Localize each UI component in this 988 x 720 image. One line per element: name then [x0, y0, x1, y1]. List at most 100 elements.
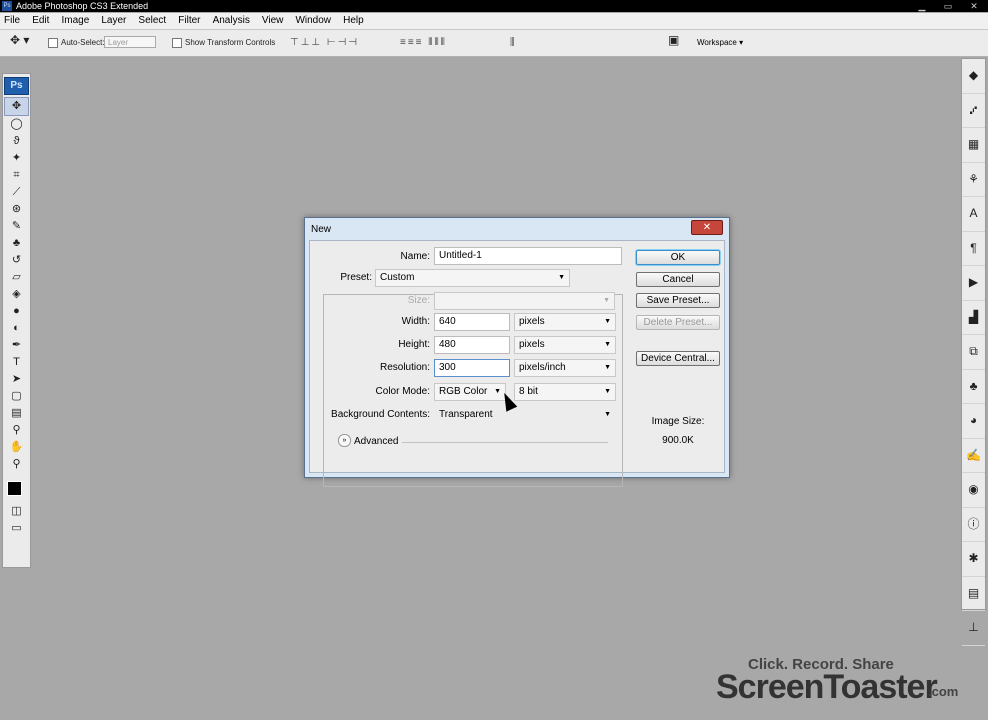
width-unit-dropdown[interactable]: pixels ▼	[514, 313, 616, 331]
swatches-panel-icon[interactable]: ▦	[962, 128, 985, 163]
history-brush-icon[interactable]: ↺	[3, 252, 30, 269]
tool-presets-panel-icon[interactable]: ✱	[962, 542, 985, 577]
styles-panel-icon[interactable]: ⚘	[962, 163, 985, 197]
device-central-button[interactable]: Device Central...	[636, 351, 720, 366]
dodge-tool-icon[interactable]: ◐	[3, 320, 30, 337]
auto-select-layer-dropdown[interactable]: Layer	[104, 36, 156, 48]
resolution-unit-dropdown[interactable]: pixels/inch ▼	[514, 359, 616, 377]
preset-dropdown[interactable]: Custom ▼	[375, 269, 570, 287]
ok-button[interactable]: OK	[636, 250, 720, 265]
blur-tool-icon[interactable]: ●	[3, 303, 30, 320]
clone-source-panel-icon[interactable]: ♣	[962, 370, 985, 404]
animation-panel-icon[interactable]: ⊥	[962, 611, 985, 646]
watermark-domain: .com	[928, 684, 959, 699]
screen-mode-icon[interactable]: ▭	[3, 520, 30, 537]
bit-depth-dropdown[interactable]: 8 bit ▼	[514, 383, 616, 401]
character-panel-icon[interactable]: A	[962, 197, 985, 232]
notes-tool-icon[interactable]: ▤	[3, 405, 30, 422]
quick-mask-icon[interactable]: ◫	[3, 503, 30, 520]
checkbox-icon	[172, 37, 182, 48]
histogram-panel-icon[interactable]: ▟	[962, 301, 985, 335]
measurement-log-icon[interactable]: ▤	[962, 577, 985, 611]
show-transform-checkbox[interactable]: Show Transform Controls	[172, 36, 275, 49]
move-tool-preset-icon[interactable]: ✥ ▾	[10, 34, 29, 47]
name-input[interactable]: Untitled-1	[434, 247, 622, 265]
type-tool-icon[interactable]: T	[3, 354, 30, 371]
eraser-tool-icon[interactable]: ▱	[3, 269, 30, 286]
height-input[interactable]: 480	[434, 336, 510, 354]
dialog-close-button[interactable]: ✕	[691, 220, 723, 235]
menu-image[interactable]: Image	[57, 13, 94, 29]
chevron-down-icon: ▼	[604, 318, 611, 325]
pen-tool-icon[interactable]: ✒	[3, 337, 30, 354]
menu-select[interactable]: Select	[134, 13, 171, 29]
clone-stamp-icon[interactable]: ♣	[3, 235, 30, 252]
menu-view[interactable]: View	[258, 13, 289, 29]
auto-select-checkbox[interactable]: Auto-Select:	[48, 36, 105, 49]
image-size-label: Image Size:	[651, 416, 705, 427]
menu-filter[interactable]: Filter	[174, 13, 205, 29]
minimize-icon[interactable]: ▁	[912, 1, 932, 11]
menu-analysis[interactable]: Analysis	[209, 13, 255, 29]
eyedropper-icon[interactable]: ⚲	[3, 422, 30, 439]
layers-panel-icon[interactable]: ◆	[962, 59, 985, 94]
menu-file[interactable]: File	[0, 13, 25, 29]
height-label: Height:	[398, 339, 430, 350]
info-panel-icon[interactable]: ⓘ	[962, 508, 985, 542]
zoom-tool-icon[interactable]: ⚲	[3, 456, 30, 473]
maximize-icon[interactable]: ▭	[938, 1, 958, 11]
color-mode-value: RGB Color	[439, 386, 488, 397]
cancel-button[interactable]: Cancel	[636, 272, 720, 287]
brushes-panel-icon[interactable]: ✍	[962, 439, 985, 473]
menu-help[interactable]: Help	[339, 13, 369, 29]
options-bar: ✥ ▾ Auto-Select: Layer Show Transform Co…	[0, 30, 988, 57]
advanced-label[interactable]: Advanced	[354, 436, 398, 447]
align-icons[interactable]: ⊤⊥⊥ ⊢⊣⊣	[290, 37, 359, 48]
close-window-icon[interactable]: ✕	[964, 1, 984, 11]
bridge-icon[interactable]: ▣	[668, 34, 679, 47]
brush-tool-icon[interactable]: ✎	[3, 218, 30, 235]
marquee-tool-icon[interactable]: ◯	[3, 116, 30, 133]
save-preset-button[interactable]: Save Preset...	[636, 293, 720, 308]
chevron-down-icon: ▼	[558, 274, 565, 281]
healing-brush-icon[interactable]: ⊛	[3, 201, 30, 218]
channels-panel-icon[interactable]: ⑇	[962, 94, 985, 128]
height-unit-dropdown[interactable]: pixels ▼	[514, 336, 616, 354]
workspace-menu[interactable]: Workspace ▾	[697, 37, 743, 49]
crop-tool-icon[interactable]: ⌗	[3, 167, 30, 184]
menu-edit[interactable]: Edit	[28, 13, 54, 29]
width-input[interactable]: 640	[434, 313, 510, 331]
move-tool-icon[interactable]: ✥	[4, 97, 29, 116]
slice-tool-icon[interactable]: ⟋	[3, 184, 30, 201]
foreground-color-swatch[interactable]	[7, 481, 22, 496]
app-titlebar: Ps Adobe Photoshop CS3 Extended ▁ ▭ ✕	[0, 0, 988, 12]
delete-preset-button: Delete Preset...	[636, 315, 720, 330]
distribute-icons[interactable]: ≡≡≡ ⫴⫴⫴	[400, 37, 447, 48]
lasso-tool-icon[interactable]: ϑ	[3, 133, 30, 150]
width-label: Width:	[401, 316, 430, 327]
color-swatches[interactable]	[3, 473, 30, 503]
paint-bucket-icon[interactable]: ◈	[3, 286, 30, 303]
paragraph-panel-icon[interactable]: ¶	[962, 232, 985, 266]
resolution-input[interactable]: 300	[434, 359, 510, 377]
path-selection-icon[interactable]: ➤	[3, 371, 30, 388]
photoshop-logo: Ps	[4, 77, 29, 95]
auto-align-icon[interactable]: ⫼	[510, 37, 517, 48]
advanced-expand-icon[interactable]: »	[338, 434, 351, 447]
hand-tool-icon[interactable]: ✋	[3, 439, 30, 456]
background-contents-dropdown[interactable]: Transparent ▼	[434, 406, 616, 424]
color-mode-label: Color Mode:	[375, 386, 430, 397]
magic-wand-icon[interactable]: ✦	[3, 150, 30, 167]
menu-window[interactable]: Window	[291, 13, 336, 29]
image-size-value: 900.0K	[662, 435, 694, 446]
actions-panel-icon[interactable]: ▶	[962, 266, 985, 301]
name-label: Name:	[400, 251, 430, 262]
color-mode-dropdown[interactable]: RGB Color ▼	[434, 383, 506, 401]
color-panel-icon[interactable]: ◕	[962, 404, 985, 439]
panel-dock: ◆ ⑇ ▦ ⚘ A ¶ ▶ ▟ ⧉ ♣ ◕ ✍ ◉ ⓘ ✱ ▤ ⊥	[961, 58, 986, 646]
menu-layer[interactable]: Layer	[97, 13, 131, 29]
adjustments-panel-icon[interactable]: ◉	[962, 473, 985, 508]
chevron-down-icon: ▼	[604, 388, 611, 395]
shape-tool-icon[interactable]: ▢	[3, 388, 30, 405]
navigator-panel-icon[interactable]: ⧉	[962, 335, 985, 370]
